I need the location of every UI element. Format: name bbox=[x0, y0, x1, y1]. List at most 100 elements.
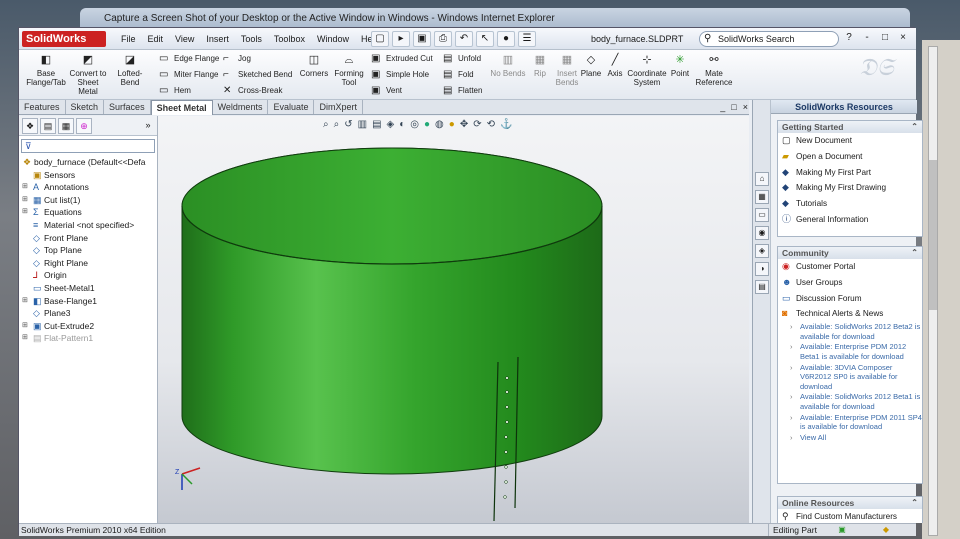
viewport-close-icon[interactable]: × bbox=[743, 102, 748, 112]
tree-item-base-flange[interactable]: ⊞ ◧ Base-Flange1 bbox=[19, 295, 157, 308]
edge-flange-button[interactable]: ▭ Edge Flange bbox=[159, 52, 219, 66]
miter-flange-button[interactable]: ▭ Miter Flange bbox=[159, 68, 218, 82]
view-palette-icon[interactable]: ◉ bbox=[755, 226, 769, 240]
tab-dimxpert[interactable]: DimXpert bbox=[314, 100, 363, 114]
select-icon[interactable]: ↖ bbox=[476, 31, 494, 47]
plane-button[interactable]: ◇ Plane bbox=[579, 53, 603, 78]
news-item[interactable]: Available: SolidWorks 2012 Beta1 is avai… bbox=[778, 392, 922, 411]
tag-icon[interactable]: ◆ bbox=[881, 525, 891, 535]
cross-break-button[interactable]: ✕ Cross-Break bbox=[223, 84, 282, 98]
tree-root[interactable]: ❖ body_furnace (Default<<Defa bbox=[19, 156, 157, 169]
hem-button[interactable]: ▭ Hem bbox=[159, 84, 191, 98]
community-header[interactable]: Community ⌃ bbox=[778, 247, 922, 259]
search-results-icon[interactable]: ◈ bbox=[755, 244, 769, 258]
custom-properties-icon[interactable]: ▤ bbox=[755, 280, 769, 294]
link-general-information[interactable]: ⓘ General Information bbox=[778, 212, 922, 228]
base-flange-button[interactable]: ◧ Base Flange/Tab bbox=[25, 53, 67, 87]
tree-item-cut-extrude[interactable]: ⊞ ▣ Cut-Extrude2 bbox=[19, 320, 157, 333]
appearances-icon[interactable]: ◑ bbox=[755, 262, 769, 276]
tab-features[interactable]: Features bbox=[19, 100, 66, 114]
print-icon[interactable]: ⎙ bbox=[434, 31, 452, 47]
tree-item-right-plane[interactable]: ◇ Right Plane bbox=[19, 257, 157, 270]
expand-icon[interactable]: ⊞ bbox=[22, 332, 28, 345]
getting-started-header[interactable]: Getting Started ⌃ bbox=[778, 121, 922, 133]
sketched-bend-button[interactable]: ⌐ Sketched Bend bbox=[223, 68, 292, 82]
dimxpert-manager-icon[interactable]: ⊕ bbox=[76, 118, 92, 134]
new-document-icon[interactable]: ▢ bbox=[371, 31, 389, 47]
tree-item-equations[interactable]: ⊞ Σ Equations bbox=[19, 206, 157, 219]
link-new-document[interactable]: ▢ New Document bbox=[778, 133, 922, 149]
expand-icon[interactable]: ⊞ bbox=[22, 194, 28, 207]
menu-toolbox[interactable]: Toolbox bbox=[268, 33, 311, 45]
viewport-minimize-icon[interactable]: _ bbox=[720, 102, 725, 112]
mate-reference-button[interactable]: ⚯ Mate Reference bbox=[695, 53, 733, 87]
link-tutorials[interactable]: ◆ Tutorials bbox=[778, 196, 922, 212]
tab-surfaces[interactable]: Surfaces bbox=[104, 100, 151, 114]
link-first-part[interactable]: ◆ Making My First Part bbox=[778, 165, 922, 181]
tree-item-cut-list[interactable]: ⊞ ▦ Cut list(1) bbox=[19, 194, 157, 207]
lofted-bend-button[interactable]: ◪ Lofted-Bend bbox=[109, 53, 151, 87]
furnace-body-model[interactable] bbox=[158, 116, 749, 523]
options-icon[interactable]: ☰ bbox=[518, 31, 536, 47]
tab-weldments[interactable]: Weldments bbox=[213, 100, 269, 114]
link-technical-alerts[interactable]: ◙ Technical Alerts & News bbox=[778, 306, 922, 322]
collapse-chevron-icon[interactable]: ⌃ bbox=[911, 247, 918, 259]
link-discussion-forum[interactable]: ▭ Discussion Forum bbox=[778, 291, 922, 307]
tree-item-sheet-metal[interactable]: ▭ Sheet-Metal1 bbox=[19, 282, 157, 295]
collapse-chevron-icon[interactable]: ⌃ bbox=[911, 121, 918, 133]
tree-item-top-plane[interactable]: ◇ Top Plane bbox=[19, 244, 157, 257]
scrollbar-thumb[interactable] bbox=[929, 160, 937, 310]
help-button[interactable]: ? bbox=[842, 32, 856, 43]
close-button[interactable]: × bbox=[896, 32, 910, 43]
tab-sketch[interactable]: Sketch bbox=[66, 100, 105, 114]
vent-button[interactable]: ▣ Vent bbox=[371, 84, 402, 98]
maximize-button[interactable]: □ bbox=[878, 32, 892, 43]
feature-tree-icon[interactable]: ❖ bbox=[22, 118, 38, 134]
link-user-groups[interactable]: ☻ User Groups bbox=[778, 275, 922, 291]
graphics-area[interactable]: ⌕ ⌕ ↺ ▥ ▤ ◈ ◐ ◎ ● ◍ ● ✥ ⟳ ⟲ ⚓ Z bbox=[158, 116, 749, 523]
menu-insert[interactable]: Insert bbox=[200, 33, 235, 45]
corners-button[interactable]: ◫ Corners bbox=[299, 53, 329, 78]
rebuild-status-icon[interactable]: ▣ bbox=[837, 525, 847, 535]
menu-edit[interactable]: Edit bbox=[142, 33, 170, 45]
extruded-cut-button[interactable]: ▣ Extruded Cut bbox=[371, 52, 433, 66]
coordinate-system-button[interactable]: ⊹ Coordinate System bbox=[627, 53, 667, 87]
file-explorer-icon[interactable]: ▭ bbox=[755, 208, 769, 222]
design-library-icon[interactable]: ▦ bbox=[755, 190, 769, 204]
tree-item-origin[interactable]: ⅃ Origin bbox=[19, 269, 157, 282]
rebuild-icon[interactable]: ● bbox=[497, 31, 515, 47]
expand-chevron-icon[interactable]: » bbox=[140, 118, 156, 134]
menu-view[interactable]: View bbox=[169, 33, 200, 45]
collapse-chevron-icon[interactable]: ⌃ bbox=[911, 497, 918, 509]
undo-icon[interactable]: ↶ bbox=[455, 31, 473, 47]
no-bends-button[interactable]: ▥ No Bends bbox=[489, 53, 527, 78]
tree-item-flat-pattern[interactable]: ⊞ ▤ Flat-Pattern1 bbox=[19, 332, 157, 345]
news-item[interactable]: Available: 3DVIA Composer V6R2012 SP0 is… bbox=[778, 363, 922, 392]
solidworks-logo[interactable]: SolidWorks bbox=[22, 31, 106, 47]
feature-filter[interactable]: ⊽ bbox=[21, 139, 155, 153]
insert-bends-button[interactable]: ▦ Insert Bends bbox=[552, 53, 582, 87]
forming-tool-button[interactable]: ⌓ Forming Tool bbox=[333, 53, 365, 87]
news-item[interactable]: Available: SolidWorks 2012 Beta2 is avai… bbox=[778, 322, 922, 341]
tab-evaluate[interactable]: Evaluate bbox=[268, 100, 315, 114]
configuration-manager-icon[interactable]: ▦ bbox=[58, 118, 74, 134]
rip-button[interactable]: ▦ Rip bbox=[529, 53, 551, 78]
tree-item-front-plane[interactable]: ◇ Front Plane bbox=[19, 232, 157, 245]
viewport-restore-icon[interactable]: □ bbox=[731, 102, 736, 112]
link-open-document[interactable]: ▰ Open a Document bbox=[778, 149, 922, 165]
tree-item-annotations[interactable]: ⊞ A Annotations bbox=[19, 181, 157, 194]
convert-sheet-metal-button[interactable]: ◩ Convert to Sheet Metal bbox=[69, 53, 107, 96]
simple-hole-button[interactable]: ▣ Simple Hole bbox=[371, 68, 429, 82]
news-item[interactable]: Available: Enterprise PDM 2012 Beta1 is … bbox=[778, 342, 922, 361]
view-all-link[interactable]: View All bbox=[778, 433, 922, 443]
minimize-button[interactable]: - bbox=[860, 32, 874, 43]
fold-button[interactable]: ▤ Fold bbox=[443, 68, 474, 82]
menu-window[interactable]: Window bbox=[311, 33, 355, 45]
menu-file[interactable]: File bbox=[115, 33, 142, 45]
online-resources-header[interactable]: Online Resources ⌃ bbox=[778, 497, 922, 509]
expand-icon[interactable]: ⊞ bbox=[22, 181, 28, 194]
save-icon[interactable]: ▣ bbox=[413, 31, 431, 47]
tree-item-sensors[interactable]: ▣ Sensors bbox=[19, 169, 157, 182]
unfold-button[interactable]: ▤ Unfold bbox=[443, 52, 481, 66]
property-manager-icon[interactable]: ▤ bbox=[40, 118, 56, 134]
